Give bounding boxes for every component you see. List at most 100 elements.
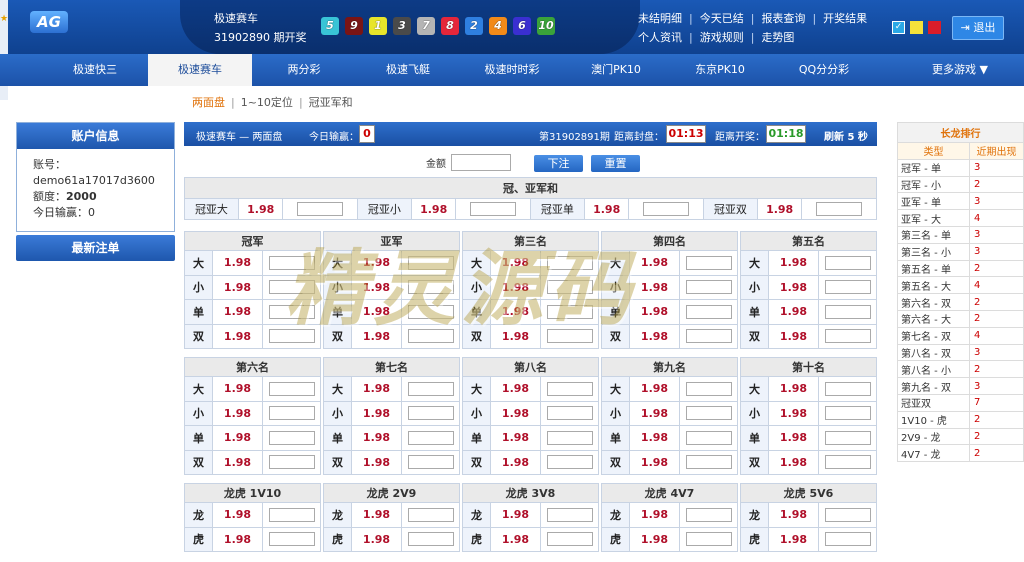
bet-amount-input[interactable] bbox=[268, 532, 315, 547]
top-link[interactable]: 报表查询 bbox=[761, 12, 805, 25]
amount-input[interactable] bbox=[451, 154, 511, 171]
table-row: 第七名 - 双4 bbox=[897, 326, 1024, 345]
bet-amount-input[interactable] bbox=[824, 381, 871, 396]
bet-amount-input[interactable] bbox=[268, 430, 315, 445]
bet-amount-input[interactable] bbox=[268, 255, 315, 270]
logout-button[interactable]: ⇥ 退出 bbox=[952, 16, 1004, 40]
top-link[interactable]: 游戏规则 bbox=[700, 31, 744, 44]
theme-color-swatch[interactable] bbox=[928, 21, 941, 34]
bet-amount-cell bbox=[540, 425, 599, 451]
bet-amount-input[interactable] bbox=[824, 406, 871, 421]
bet-amount-input[interactable] bbox=[685, 381, 732, 396]
top-link[interactable]: 开奖结果 bbox=[823, 12, 867, 25]
nav-tab[interactable]: 极速快三 bbox=[43, 54, 147, 86]
current-period: 第31902891期 bbox=[539, 132, 610, 143]
bet-amount-input[interactable] bbox=[824, 304, 871, 319]
nav-tab[interactable]: 两分彩 bbox=[252, 54, 356, 86]
bet-amount-input[interactable] bbox=[546, 329, 593, 344]
bet-amount-input[interactable] bbox=[407, 329, 454, 344]
bet-amount-input[interactable] bbox=[643, 202, 690, 216]
subnav-tab[interactable]: 1~10定位 bbox=[241, 96, 293, 109]
bet-amount-input[interactable] bbox=[268, 304, 315, 319]
nav-tab[interactable]: 澳门PK10 bbox=[564, 54, 668, 86]
bet-amount-input[interactable] bbox=[816, 202, 863, 216]
bet-amount-input[interactable] bbox=[407, 507, 454, 522]
bet-amount-input[interactable] bbox=[268, 406, 315, 421]
bet-amount-input[interactable] bbox=[407, 381, 454, 396]
bet-amount-input[interactable] bbox=[546, 406, 593, 421]
submit-bet-button[interactable]: 下注 bbox=[534, 155, 583, 172]
bet-amount-input[interactable] bbox=[407, 455, 454, 470]
bet-odds: 1.98 bbox=[351, 323, 402, 349]
bet-amount-input[interactable] bbox=[685, 406, 732, 421]
nav-tab[interactable]: QQ分分彩 bbox=[772, 54, 876, 86]
top-link[interactable]: 个人资讯 bbox=[638, 31, 682, 44]
top-link[interactable]: 未结明细 bbox=[638, 12, 682, 25]
top-link[interactable]: 今天已结 bbox=[700, 12, 744, 25]
bet-amount-input[interactable] bbox=[268, 381, 315, 396]
bet-amount-input[interactable] bbox=[546, 280, 593, 295]
bet-amount-input[interactable] bbox=[546, 532, 593, 547]
nav-tab[interactable]: 极速飞艇 bbox=[356, 54, 460, 86]
bet-amount-input[interactable] bbox=[546, 430, 593, 445]
bet-amount-input[interactable] bbox=[407, 532, 454, 547]
bet-amount-input[interactable] bbox=[546, 255, 593, 270]
bet-amount-input[interactable] bbox=[268, 329, 315, 344]
long-dragon-col-type: 类型 bbox=[897, 142, 970, 160]
bet-amount-cell bbox=[540, 449, 599, 475]
bet-amount-input[interactable] bbox=[297, 202, 344, 216]
bet-amount-input[interactable] bbox=[407, 255, 454, 270]
bet-amount-input[interactable] bbox=[824, 430, 871, 445]
long-dragon-title: 长龙排行 bbox=[897, 122, 1024, 143]
bet-amount-input[interactable] bbox=[268, 455, 315, 470]
nav-tab[interactable]: 极速时时彩 bbox=[460, 54, 564, 86]
bet-amount-cell bbox=[679, 502, 738, 528]
bet-amount-input[interactable] bbox=[824, 280, 871, 295]
nav-tab[interactable]: 更多游戏 ▼ bbox=[905, 54, 1015, 86]
bet-amount-input[interactable] bbox=[685, 507, 732, 522]
bet-amount-input[interactable] bbox=[824, 329, 871, 344]
bet-option-label: 龙 bbox=[323, 502, 352, 528]
bet-option-label: 龙 bbox=[601, 502, 630, 528]
nav-tab[interactable]: 极速赛车 bbox=[148, 54, 252, 86]
bet-amount-input[interactable] bbox=[546, 381, 593, 396]
bet-amount-input[interactable] bbox=[685, 304, 732, 319]
bet-amount-input[interactable] bbox=[685, 455, 732, 470]
theme-color-swatch[interactable]: ✓ bbox=[892, 21, 905, 34]
subnav-bar bbox=[12, 86, 1024, 116]
bet-amount-cell bbox=[262, 250, 321, 276]
bet-amount-input[interactable] bbox=[685, 329, 732, 344]
bet-amount-input[interactable] bbox=[824, 507, 871, 522]
bet-amount-input[interactable] bbox=[824, 455, 871, 470]
bet-amount-input[interactable] bbox=[268, 280, 315, 295]
bet-amount-input[interactable] bbox=[407, 280, 454, 295]
subnav-tab[interactable]: 冠亚军和 bbox=[309, 96, 353, 109]
nav-tab[interactable]: 东京PK10 bbox=[668, 54, 772, 86]
bet-amount-input[interactable] bbox=[824, 255, 871, 270]
reset-button[interactable]: 重置 bbox=[591, 155, 640, 172]
position-title: 龙虎 1V10 bbox=[184, 483, 321, 503]
bet-amount-input[interactable] bbox=[546, 455, 593, 470]
bet-amount-input[interactable] bbox=[685, 280, 732, 295]
bet-odds: 1.98 bbox=[629, 425, 680, 451]
bet-odds: 1.98 bbox=[768, 250, 819, 276]
game-info-bar: 极速赛车 — 两面盘 今日输赢： 0 第31902891期 距离封盘： 01:1… bbox=[184, 122, 877, 146]
bet-amount-input[interactable] bbox=[685, 255, 732, 270]
bet-amount-input[interactable] bbox=[470, 202, 517, 216]
bet-amount-cell bbox=[679, 449, 738, 475]
bet-amount-input[interactable] bbox=[685, 430, 732, 445]
bet-amount-input[interactable] bbox=[268, 507, 315, 522]
bet-amount-input[interactable] bbox=[685, 532, 732, 547]
recent-bets-button[interactable]: 最新注单 bbox=[16, 235, 175, 261]
theme-color-swatch[interactable] bbox=[910, 21, 923, 34]
bet-odds: 1.98 bbox=[212, 526, 263, 552]
subnav-tab[interactable]: 两面盘 bbox=[192, 96, 225, 109]
bet-amount-input[interactable] bbox=[824, 532, 871, 547]
refresh-timer[interactable]: 刷新 5 秒 bbox=[824, 128, 868, 143]
top-link[interactable]: 走势图 bbox=[761, 31, 794, 44]
bet-amount-input[interactable] bbox=[407, 406, 454, 421]
bet-amount-input[interactable] bbox=[546, 507, 593, 522]
bet-amount-input[interactable] bbox=[546, 304, 593, 319]
bet-amount-input[interactable] bbox=[407, 430, 454, 445]
bet-amount-input[interactable] bbox=[407, 304, 454, 319]
